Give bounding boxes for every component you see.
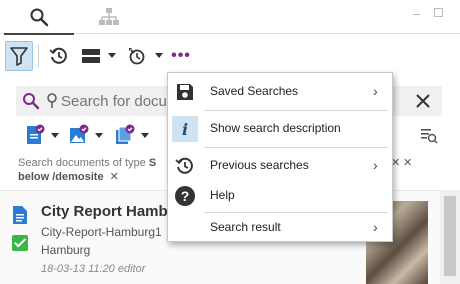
layout-button[interactable] xyxy=(78,41,104,71)
image-type-caret[interactable] xyxy=(95,133,103,138)
pages-type-icon xyxy=(116,124,135,144)
search-panel: ••• Search for docu Search documents of … xyxy=(0,0,460,284)
doc-type-caret[interactable] xyxy=(51,133,59,138)
hierarchy-icon xyxy=(99,8,119,25)
menu-item-label: Previous searches xyxy=(210,158,309,172)
menu-divider xyxy=(204,110,388,111)
menu-item-search-result[interactable]: Search result › xyxy=(168,211,392,245)
history-icon xyxy=(172,153,198,179)
result-location: Hamburg xyxy=(41,243,91,257)
doc-type-filter[interactable] xyxy=(24,124,46,146)
tab-search[interactable] xyxy=(4,0,74,35)
help-icon: ? xyxy=(172,183,198,209)
menu-item-help[interactable]: ? Help xyxy=(168,179,392,213)
search-icon xyxy=(23,93,40,110)
search-description-prefix: Search documents of type xyxy=(18,157,146,169)
tab-hierarchy[interactable] xyxy=(74,0,144,34)
menu-item-show-search-description[interactable]: i Show search description xyxy=(168,112,392,146)
more-options-menu: Saved Searches › i Show search descripti… xyxy=(167,72,393,242)
submenu-arrow-icon: › xyxy=(373,219,378,235)
search-description-location: below /demosite xyxy=(18,171,104,183)
menu-item-saved-searches[interactable]: Saved Searches › xyxy=(168,75,392,109)
submenu-arrow-icon: › xyxy=(373,157,378,173)
layout-icon xyxy=(82,49,100,63)
menu-divider xyxy=(204,147,388,148)
document-icon xyxy=(13,206,27,224)
document-type-icon xyxy=(27,124,45,144)
maximize-button[interactable] xyxy=(434,8,443,17)
minimize-button[interactable] xyxy=(412,8,422,18)
menu-item-label: Show search description xyxy=(210,121,341,135)
remove-location-button[interactable]: ✕ xyxy=(110,171,119,183)
more-options-button[interactable]: ••• xyxy=(170,41,192,71)
result-filename: City-Report-Hamburg1 xyxy=(41,225,162,239)
checked-icon[interactable] xyxy=(12,235,28,251)
result-title[interactable]: City Report Hambur xyxy=(41,203,183,220)
save-icon xyxy=(172,79,198,105)
filter-icon xyxy=(10,47,28,66)
layout-dropdown-caret[interactable] xyxy=(108,53,116,58)
info-icon: i xyxy=(172,116,198,142)
history-button[interactable] xyxy=(46,41,72,71)
remove-filter-button[interactable]: ✕ xyxy=(403,156,412,169)
help-glyph: ? xyxy=(175,186,195,206)
info-glyph: i xyxy=(172,116,198,142)
timer-button[interactable] xyxy=(124,41,150,71)
pages-type-caret[interactable] xyxy=(141,133,149,138)
search-icon xyxy=(30,8,49,27)
timer-icon xyxy=(129,48,145,65)
search-input[interactable] xyxy=(61,89,181,113)
menu-item-label: Search result xyxy=(210,220,281,234)
image-type-icon xyxy=(70,124,89,143)
search-description-type: S xyxy=(148,157,157,169)
toolbar-divider xyxy=(38,45,39,67)
menu-item-label: Saved Searches xyxy=(210,84,299,98)
scrollbar-thumb[interactable] xyxy=(444,196,456,276)
clear-icon[interactable] xyxy=(414,92,432,110)
filter-button[interactable] xyxy=(5,41,33,71)
history-icon xyxy=(49,47,67,64)
result-meta: 18-03-13 11:20 editor xyxy=(41,263,146,275)
menu-item-label: Help xyxy=(210,188,235,202)
pages-type-filter[interactable] xyxy=(114,124,136,146)
toolbar: ••• xyxy=(0,41,460,73)
search-list-icon[interactable] xyxy=(420,127,438,145)
location-pin-icon[interactable] xyxy=(46,92,58,110)
image-type-filter[interactable] xyxy=(68,124,90,146)
timer-dropdown-caret[interactable] xyxy=(155,53,163,58)
menu-item-previous-searches[interactable]: Previous searches › xyxy=(168,149,392,183)
submenu-arrow-icon: › xyxy=(373,83,378,99)
tab-strip xyxy=(0,0,460,35)
